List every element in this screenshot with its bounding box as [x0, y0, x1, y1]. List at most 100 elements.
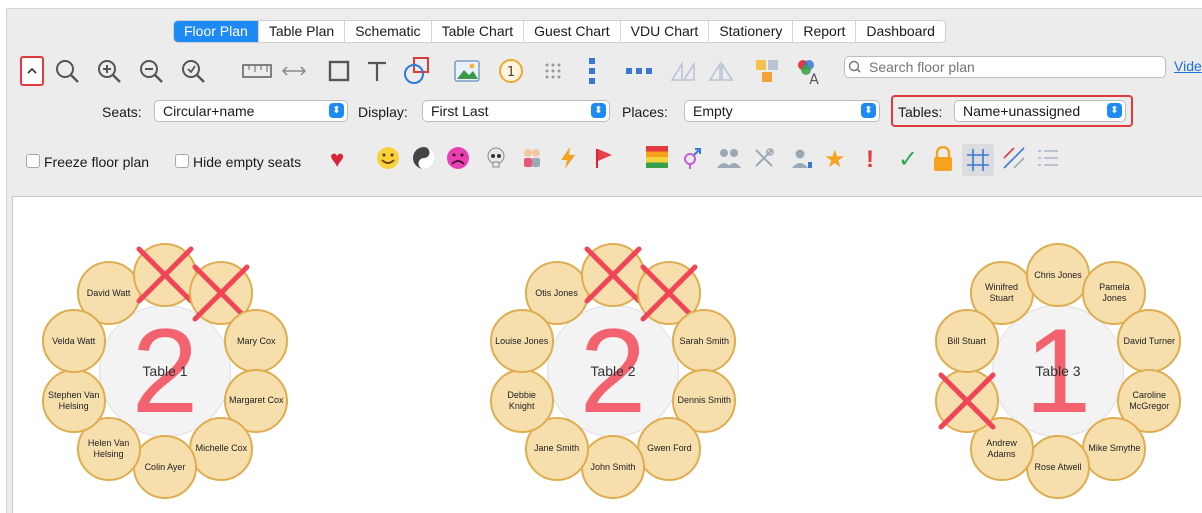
- checkmark-icon[interactable]: ✓: [898, 146, 918, 174]
- align-left-icon[interactable]: [668, 56, 698, 86]
- seat-guest-name: Rose Atwell: [1034, 461, 1082, 472]
- search-field[interactable]: [844, 56, 1166, 78]
- seat-guest-name: Jane Smith: [534, 443, 580, 454]
- vertical-seats-icon[interactable]: [580, 56, 604, 86]
- seat[interactable]: Michelle Cox: [189, 416, 254, 481]
- sad-face-icon[interactable]: [446, 146, 470, 177]
- tab-dashboard[interactable]: Dashboard: [856, 21, 945, 42]
- diagonal-lines-icon[interactable]: [1002, 146, 1026, 177]
- grid-dots-icon[interactable]: [540, 58, 566, 84]
- places-value: Empty: [693, 103, 733, 119]
- skull-icon[interactable]: [484, 146, 508, 177]
- select-arrows-icon: ⬍: [329, 103, 344, 118]
- gender-icon[interactable]: [680, 146, 704, 177]
- seat-guest-name: Margaret Cox: [229, 395, 284, 406]
- select-arrows-icon: ⬍: [861, 103, 876, 118]
- display-select[interactable]: First Last ⬍: [422, 100, 610, 122]
- ruler-icon[interactable]: [240, 58, 274, 84]
- seat-guest-name: Velda Watt: [52, 335, 96, 346]
- tab-guest-chart[interactable]: Guest Chart: [524, 21, 621, 42]
- dietary-icon[interactable]: [752, 146, 776, 177]
- list-icon[interactable]: [1036, 146, 1060, 177]
- zoom-in-icon[interactable]: [94, 56, 124, 86]
- seat[interactable]: Mike Smythe: [1082, 416, 1147, 481]
- lightning-icon[interactable]: [556, 146, 580, 177]
- freeze-floor-plan-checkbox[interactable]: [26, 154, 40, 168]
- exclamation-icon[interactable]: !: [866, 146, 874, 174]
- seat[interactable]: Colin Ayer: [133, 435, 197, 499]
- seat-guest-name: Winifred Stuart: [985, 282, 1019, 304]
- seat[interactable]: Velda Watt: [41, 309, 106, 374]
- star-icon[interactable]: ★: [824, 146, 846, 174]
- seat[interactable]: Rose Atwell: [1026, 435, 1090, 499]
- places-select[interactable]: Empty ⬍: [684, 100, 880, 122]
- collapse-toolbar-button[interactable]: [20, 56, 44, 86]
- seat-guest-name: Mary Cox: [237, 335, 276, 346]
- tab-stationery[interactable]: Stationery: [709, 21, 794, 42]
- search-input[interactable]: [865, 58, 1161, 76]
- rectangle-tool-icon[interactable]: [324, 56, 354, 86]
- seat-guest-name: David Watt: [86, 287, 131, 298]
- seat[interactable]: Bill Stuart: [934, 309, 999, 374]
- text-tool-icon[interactable]: [362, 56, 392, 86]
- lock-icon[interactable]: [932, 145, 954, 179]
- seat-guest-name: Chris Jones: [1034, 269, 1082, 280]
- video-link[interactable]: Vide: [1174, 58, 1202, 74]
- tab-table-plan[interactable]: Table Plan: [259, 21, 346, 42]
- seat[interactable]: Sarah Smith: [672, 309, 737, 374]
- seat-guest-name: Debbie Knight: [507, 389, 536, 411]
- heart-icon[interactable]: ♥: [330, 146, 344, 174]
- yin-yang-icon[interactable]: [412, 146, 436, 177]
- seat-guest-name: Michelle Cox: [195, 443, 248, 454]
- search-zoom-icon[interactable]: [52, 56, 82, 86]
- select-arrows-icon: ⬍: [591, 103, 606, 118]
- colour-text-icon[interactable]: A: [790, 54, 824, 88]
- group-icon[interactable]: [716, 146, 742, 177]
- seat[interactable]: Chris Jones: [1026, 243, 1090, 307]
- color-bars-icon[interactable]: [646, 146, 668, 175]
- tables-label: Tables:: [898, 104, 943, 120]
- table-name: Table 3: [1035, 363, 1081, 379]
- seat[interactable]: John Smith: [581, 435, 645, 499]
- empty-seat-cross-icon: [584, 246, 642, 304]
- seat[interactable]: David Turner: [1117, 309, 1182, 374]
- seats-select[interactable]: Circular+name ⬍: [154, 100, 348, 122]
- flag-icon[interactable]: [592, 146, 616, 177]
- seat[interactable]: Mary Cox: [224, 309, 289, 374]
- seat[interactable]: Gwen Ford: [637, 416, 702, 481]
- grid-icon[interactable]: [962, 144, 994, 183]
- smiley-icon[interactable]: [376, 146, 400, 177]
- seat-guest-name: David Turner: [1123, 335, 1176, 346]
- tab-report[interactable]: Report: [793, 21, 857, 42]
- seats-label: Seats:: [102, 104, 142, 120]
- places-label: Places:: [622, 104, 668, 120]
- tab-schematic[interactable]: Schematic: [345, 21, 432, 42]
- tab-vdu-chart[interactable]: VDU Chart: [621, 21, 710, 42]
- seat-guest-name: John Smith: [590, 461, 636, 472]
- zoom-fit-icon[interactable]: [178, 56, 208, 86]
- image-tool-icon[interactable]: [452, 56, 482, 86]
- align-mirror-icon[interactable]: [706, 56, 736, 86]
- seat[interactable]: Debbie Knight: [489, 368, 554, 433]
- hide-empty-seats-checkbox[interactable]: [175, 154, 189, 168]
- arrange-layers-icon[interactable]: [752, 56, 782, 86]
- seat[interactable]: Stephen Van Helsing: [41, 368, 106, 433]
- tables-select[interactable]: Name+unassigned ⬍: [954, 100, 1126, 122]
- seat-guest-name: Andrew Adams: [986, 437, 1017, 459]
- seat-guest-name: Louise Jones: [495, 335, 549, 346]
- seat[interactable]: Louise Jones: [489, 309, 554, 374]
- spacing-icon[interactable]: [278, 58, 310, 84]
- empty-seat-cross-icon: [938, 372, 996, 430]
- shapes-tool-icon[interactable]: [400, 54, 434, 88]
- tab-floor-plan[interactable]: Floor Plan: [174, 21, 259, 42]
- floor-plan-canvas[interactable]: 2 Table 1 David Watt Mary Cox Margaret Cox Mi…: [12, 196, 1202, 513]
- horizontal-seats-icon[interactable]: [622, 58, 656, 84]
- tab-table-chart[interactable]: Table Chart: [432, 21, 525, 42]
- guest-icon[interactable]: [790, 146, 814, 177]
- seat-guest-name: Mike Smythe: [1088, 443, 1141, 454]
- seat-guest-name: Caroline McGregor: [1129, 389, 1170, 411]
- children-icon[interactable]: [520, 146, 544, 177]
- table-number-icon[interactable]: 1: [496, 56, 526, 86]
- seat-guest-name: Pamela Jones: [1099, 282, 1130, 304]
- zoom-out-icon[interactable]: [136, 56, 166, 86]
